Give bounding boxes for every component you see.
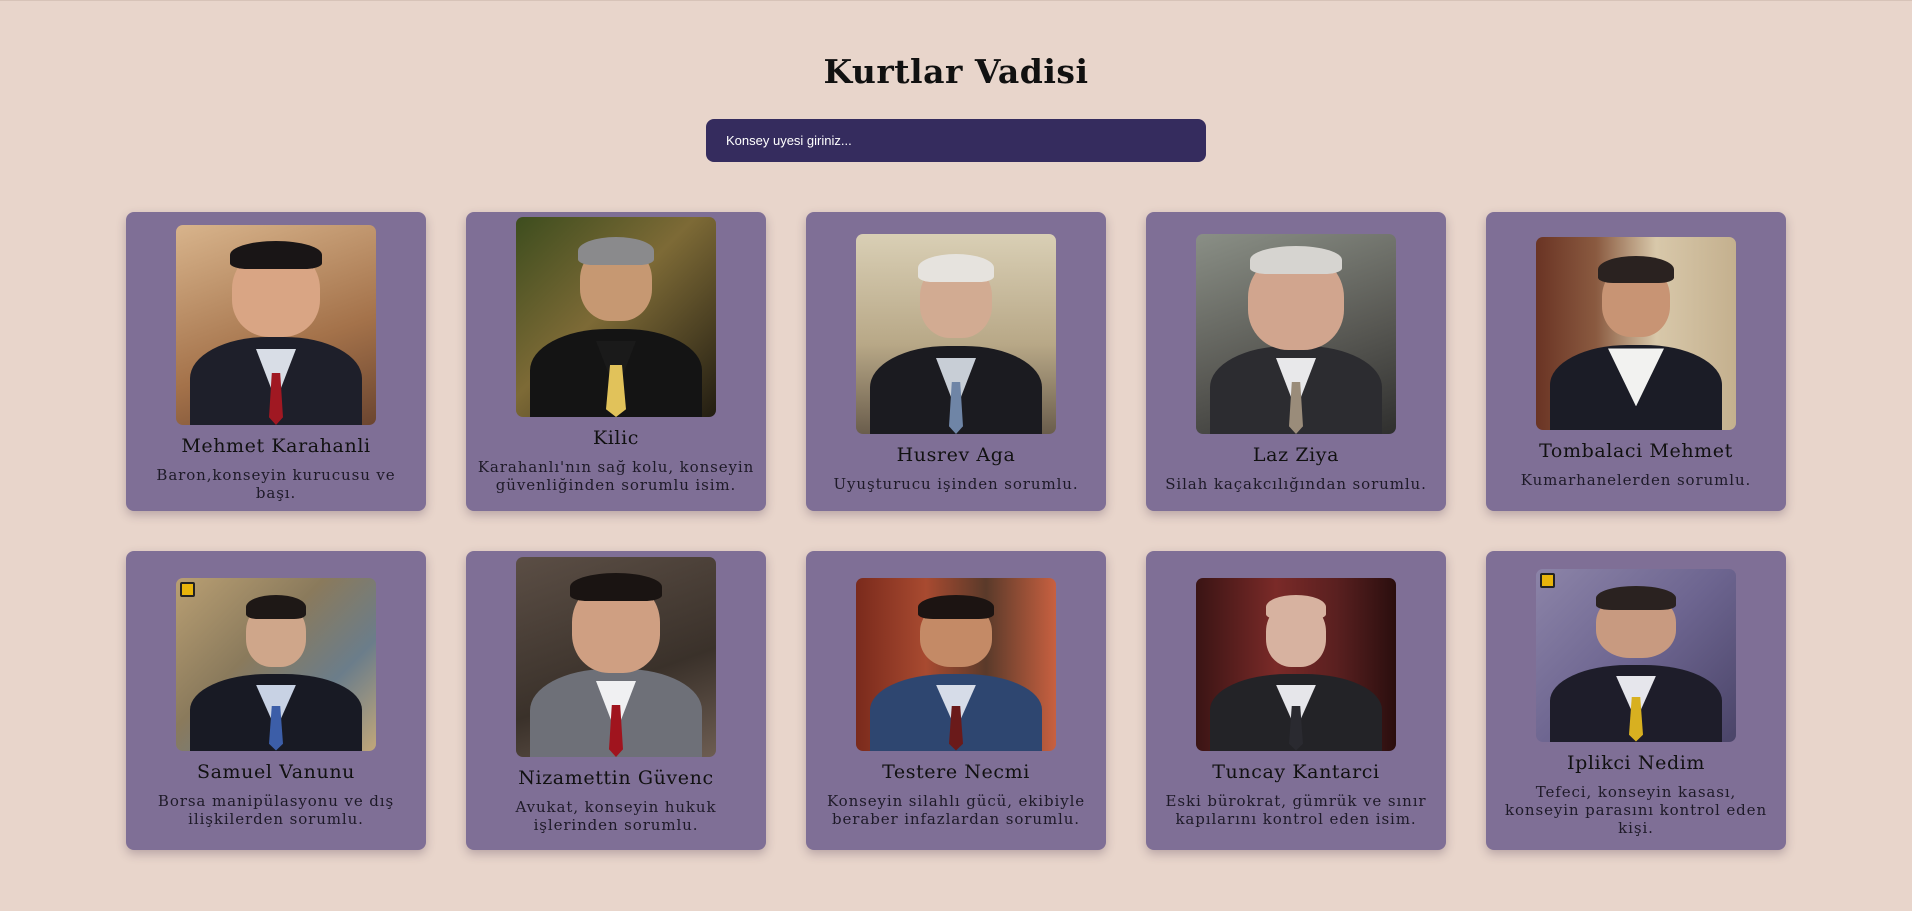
member-name: Samuel Vanunu (196, 760, 355, 783)
member-name: Nizamettin Güvenc (518, 767, 714, 789)
corner-badge-icon (1540, 572, 1555, 588)
member-description: Silah kaçakcılığından sorumlu. (1165, 475, 1427, 493)
member-card[interactable]: Tuncay Kantarci Eski bürokrat, gümrük ve… (1146, 551, 1446, 850)
member-description: Eski bürokrat, gümrük ve sınır kapıların… (1165, 791, 1427, 828)
member-card[interactable]: Testere Necmi Konseyin silahlı gücü, eki… (806, 551, 1106, 850)
member-name: Iplikci Nedim (1566, 751, 1706, 774)
top-border (0, 0, 1912, 1)
member-name: Mehmet Karahanli (181, 435, 371, 457)
member-photo (1196, 234, 1396, 434)
member-name: Laz Ziya (1252, 444, 1340, 466)
member-card[interactable]: Kilic Karahanlı'nın sağ kolu, konseyin g… (466, 212, 766, 511)
member-card[interactable]: Samuel Vanunu Borsa manipülasyonu ve dış… (126, 551, 426, 850)
member-name: Kilic (592, 427, 640, 449)
member-name: Testere Necmi (882, 760, 1030, 783)
member-description: Kumarhanelerden sorumlu. (1520, 470, 1752, 489)
member-card[interactable]: Mehmet Karahanli Baron,konseyin kurucusu… (126, 212, 426, 511)
member-name: Tuncay Kantarci (1212, 760, 1380, 783)
member-photo (176, 225, 376, 425)
member-name: Husrev Aga (896, 444, 1016, 466)
member-photo (856, 234, 1056, 434)
member-card[interactable]: Iplikci Nedim Tefeci, konseyin kasası, k… (1486, 551, 1786, 850)
member-description: Avukat, konseyin hukuk işlerinden soruml… (515, 798, 717, 834)
member-card[interactable]: Nizamettin Güvenc Avukat, konseyin hukuk… (466, 551, 766, 850)
member-photo (1196, 577, 1396, 751)
member-photo (1536, 568, 1736, 742)
page-title: Kurtlar Vadisi (823, 52, 1089, 91)
member-photo (176, 577, 376, 751)
member-description: Borsa manipülasyonu ve dış ilişkilerden … (157, 791, 395, 828)
member-card[interactable]: Laz Ziya Silah kaçakcılığından sorumlu. (1146, 212, 1446, 511)
member-card[interactable]: Husrev Aga Uyuşturucu işinden sorumlu. (806, 212, 1106, 511)
member-grid: Mehmet Karahanli Baron,konseyin kurucusu… (126, 212, 1786, 850)
member-photo (1536, 236, 1736, 430)
member-description: Konseyin silahlı gücü, ekibiyle beraber … (826, 791, 1086, 828)
search-input[interactable] (706, 119, 1206, 162)
member-description: Uyuşturucu işinden sorumlu. (833, 475, 1079, 493)
member-name: Tombalaci Mehmet (1539, 439, 1733, 462)
member-description: Baron,konseyin kurucusu ve başı. (156, 466, 396, 502)
member-card[interactable]: Tombalaci Mehmet Kumarhanelerden sorumlu… (1486, 212, 1786, 511)
member-photo (516, 217, 716, 417)
member-description: Tefeci, konseyin kasası, konseyin parası… (1504, 782, 1768, 837)
member-photo (516, 557, 716, 757)
corner-badge-icon (180, 581, 195, 597)
member-photo (856, 577, 1056, 751)
member-description: Karahanlı'nın sağ kolu, konseyin güvenli… (477, 458, 755, 494)
